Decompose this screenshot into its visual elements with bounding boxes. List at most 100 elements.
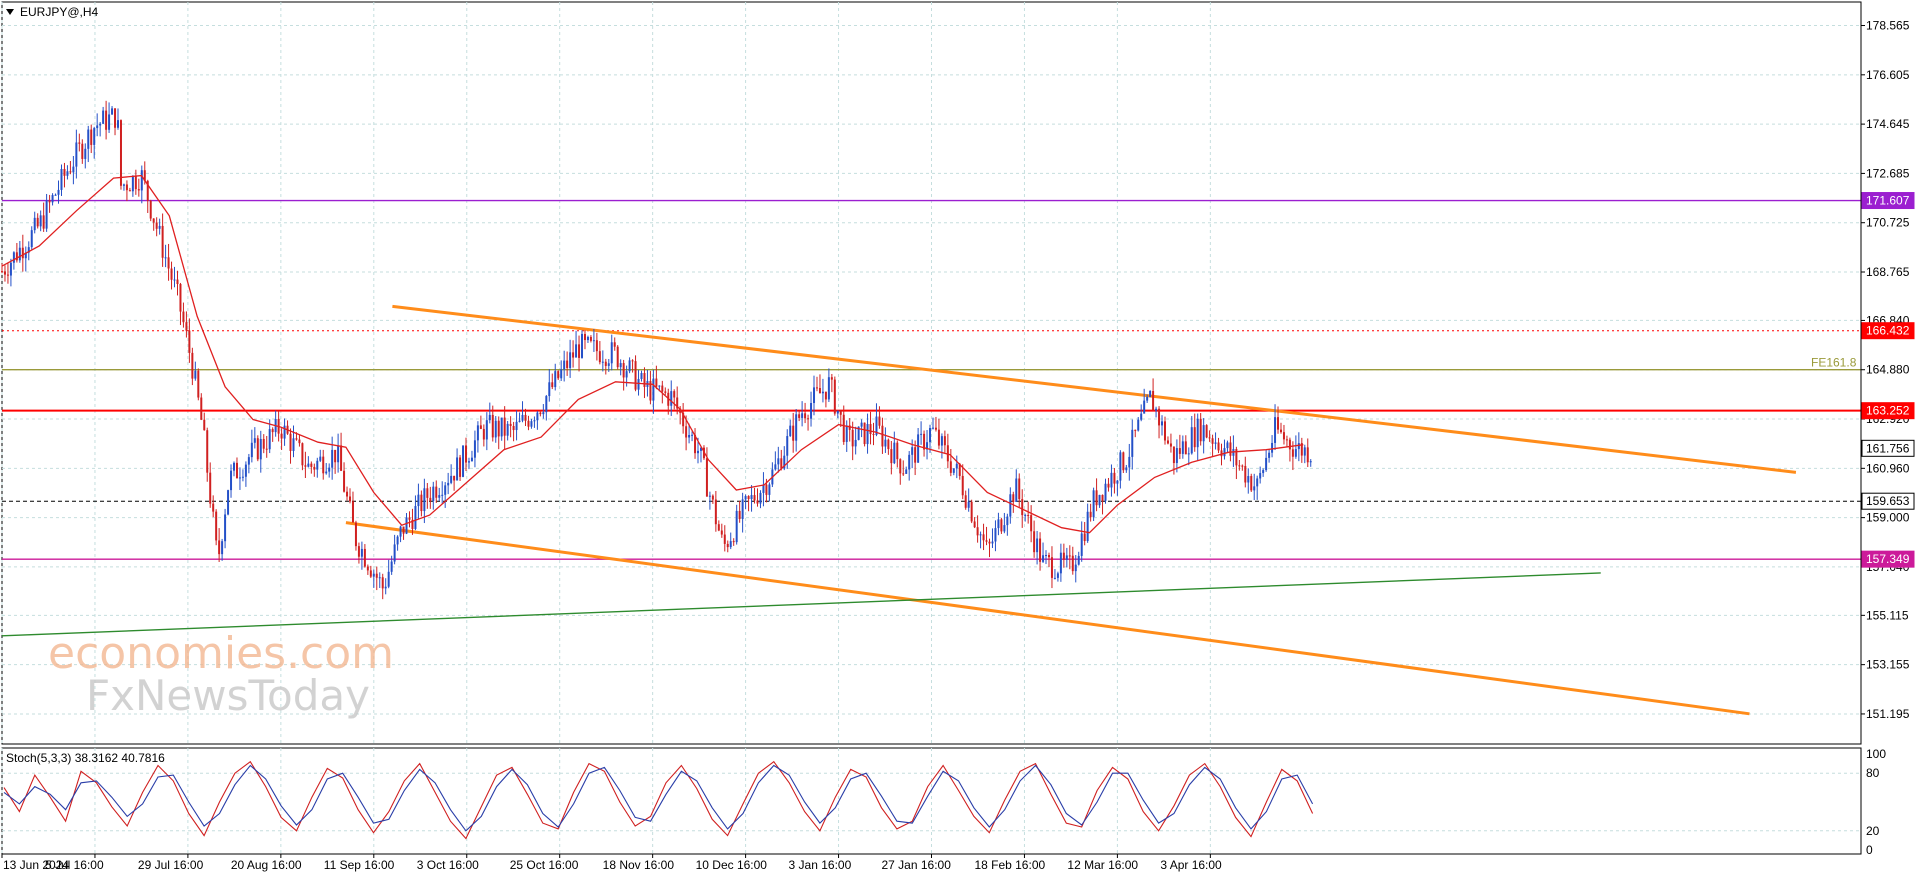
candle-body (78, 142, 81, 144)
candle-body (212, 503, 215, 512)
candle-body (1122, 452, 1125, 471)
candle-body (155, 222, 158, 229)
candle-body (1036, 538, 1039, 553)
candle-body (1205, 425, 1208, 438)
candle-body (1309, 461, 1312, 463)
candle-body (218, 540, 221, 555)
candle-body (1241, 465, 1244, 467)
candle-body (283, 425, 286, 439)
candle-body (1238, 465, 1241, 467)
candle-body (1277, 417, 1280, 430)
candle-body (441, 494, 444, 496)
candle-body (137, 189, 140, 191)
candle-body (1282, 432, 1285, 440)
candle-body (911, 447, 914, 455)
candle-body (417, 494, 420, 507)
candle-body (1253, 486, 1256, 491)
candle-body (1137, 419, 1140, 431)
candle-body (738, 510, 741, 519)
candle-body (708, 495, 711, 497)
candle-body (1, 271, 3, 273)
stochastic-panel[interactable]: Stoch(5,3,3) 38.3162 40.7816 (1, 747, 1862, 855)
candle-body (289, 433, 292, 451)
candle-body (917, 434, 920, 463)
price-panel[interactable]: economies.com FxNewsToday EURJPY@,H4 (1, 1, 1862, 745)
candle-body (1107, 483, 1110, 488)
candle-body (1021, 499, 1024, 516)
candle-body (1288, 439, 1291, 450)
candle-body (1116, 480, 1119, 484)
time-tick-label: 20 Aug 16:00 (231, 858, 302, 872)
candle-body (343, 470, 346, 492)
candle-body (119, 120, 122, 186)
candle-body (759, 492, 762, 504)
candle-body (661, 385, 664, 392)
symbol-label-group[interactable]: EURJPY@,H4 (6, 5, 99, 19)
candle-body (396, 536, 399, 545)
candle-body (1018, 478, 1021, 500)
candle-body (72, 166, 75, 173)
candle-body (164, 257, 167, 259)
candle-body (90, 129, 93, 145)
candle-body (262, 438, 265, 449)
chart-canvas[interactable]: economies.com FxNewsToday EURJPY@,H4 178… (0, 0, 1916, 874)
candle-body (1039, 538, 1042, 562)
candle-body (622, 363, 625, 378)
candle-body (842, 414, 845, 442)
candle-body (777, 458, 780, 465)
candle-body (515, 421, 518, 431)
price-tick-label: 155.115 (1866, 608, 1909, 622)
candle-body (854, 439, 857, 447)
candle-body (140, 170, 143, 191)
candle-body (426, 488, 429, 498)
candle-body (357, 546, 360, 557)
candle-body (1158, 408, 1161, 426)
candle-body (637, 378, 640, 390)
candle-body (1149, 391, 1152, 397)
candle-body (1104, 483, 1107, 501)
candle-body (1271, 442, 1274, 453)
candle-body (548, 382, 551, 397)
candle-body (869, 424, 872, 435)
candle-body (497, 420, 500, 437)
candle-body (601, 361, 604, 363)
candle-body (786, 436, 789, 456)
candle-body (697, 450, 700, 454)
candle-body (619, 363, 622, 368)
candle-body (1181, 441, 1184, 454)
candle-body (949, 461, 952, 473)
candle-body (729, 541, 732, 548)
candle-body (298, 439, 301, 444)
candle-body (197, 370, 200, 398)
candle-body (500, 417, 503, 437)
candle-body (476, 425, 479, 441)
candle-body (1000, 519, 1003, 532)
candle-body (1178, 448, 1181, 454)
candle-body (247, 457, 250, 465)
candle-body (688, 434, 691, 438)
candle-body (1068, 555, 1071, 557)
stoch-tick-label: 20 (1866, 824, 1880, 838)
candle-body (1125, 467, 1128, 471)
candle-body (99, 123, 102, 126)
candle-body (542, 412, 545, 415)
candle-body (405, 517, 408, 534)
candle-body (1119, 452, 1122, 481)
time-tick-label: 27 Jan 16:00 (882, 858, 952, 872)
candle-body (351, 501, 354, 523)
candle-body (1086, 511, 1089, 542)
candle-body (1059, 552, 1062, 574)
candle-body (604, 361, 607, 366)
candle-body (233, 462, 236, 471)
candle-body (295, 438, 298, 440)
candle-body (152, 218, 155, 223)
candle-body (307, 463, 310, 467)
candle-body (979, 534, 982, 536)
candle-body (250, 442, 253, 458)
candle-body (789, 425, 792, 437)
candle-body (447, 482, 450, 486)
candle-body (1015, 478, 1018, 502)
candle-body (117, 120, 120, 128)
candle-body (1226, 442, 1229, 449)
candle-body (815, 387, 818, 389)
